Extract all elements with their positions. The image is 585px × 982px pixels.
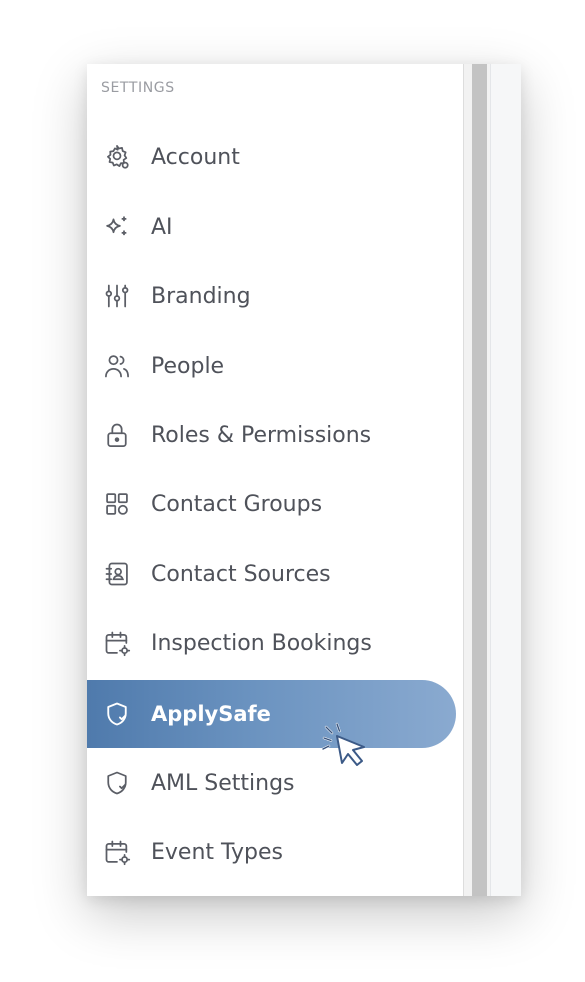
sidebar-item-label: AI xyxy=(151,214,173,240)
calendar-gear-icon xyxy=(101,627,133,659)
sidebar-item-label: Contact Groups xyxy=(151,491,323,517)
shield-check-icon xyxy=(101,698,133,730)
settings-panel: SETTINGS Account AI Branding People Role… xyxy=(87,64,521,896)
section-title: SETTINGS xyxy=(101,80,175,96)
sidebar-item-inspection-bookings[interactable]: Inspection Bookings xyxy=(87,609,456,677)
sidebar-item-event-types[interactable]: Event Types xyxy=(87,818,456,886)
shield-check-icon xyxy=(101,767,133,799)
pointer-cursor-icon xyxy=(317,718,373,774)
sidebar-item-account[interactable]: Account xyxy=(87,123,456,191)
content-edge xyxy=(490,64,521,896)
lock-icon xyxy=(101,419,133,451)
sparkles-icon xyxy=(101,211,133,243)
sidebar-item-label: Event Types xyxy=(151,839,284,865)
sidebar-item-ai[interactable]: AI xyxy=(87,193,456,261)
sidebar-item-roles-permissions[interactable]: Roles & Permissions xyxy=(87,401,456,469)
sidebar-item-label: ApplySafe xyxy=(151,702,271,726)
contact-book-icon xyxy=(101,558,133,590)
sliders-icon xyxy=(101,280,133,312)
sidebar-item-label: Inspection Bookings xyxy=(151,630,372,656)
grid-icon xyxy=(101,488,133,520)
sidebar-item-label: Branding xyxy=(151,283,251,309)
sidebar-item-contact-groups[interactable]: Contact Groups xyxy=(87,470,456,538)
scrollbar[interactable] xyxy=(463,64,491,896)
sidebar-item-people[interactable]: People xyxy=(87,332,456,400)
sidebar-item-branding[interactable]: Branding xyxy=(87,262,456,330)
sidebar-item-contact-sources[interactable]: Contact Sources xyxy=(87,540,456,608)
sidebar-item-label: Roles & Permissions xyxy=(151,422,372,448)
sidebar-item-aml-settings[interactable]: AML Settings xyxy=(87,749,456,817)
sidebar-item-label: People xyxy=(151,353,225,379)
people-icon xyxy=(101,350,133,382)
sidebar-item-label: Contact Sources xyxy=(151,561,331,587)
scrollbar-thumb[interactable] xyxy=(472,64,487,896)
sidebar-item-label: AML Settings xyxy=(151,770,295,796)
sidebar-item-label: Account xyxy=(151,144,240,170)
gear-icon xyxy=(101,141,133,173)
sidebar-item-applysafe[interactable]: ApplySafe xyxy=(87,680,456,748)
calendar-gear-icon xyxy=(101,836,133,868)
